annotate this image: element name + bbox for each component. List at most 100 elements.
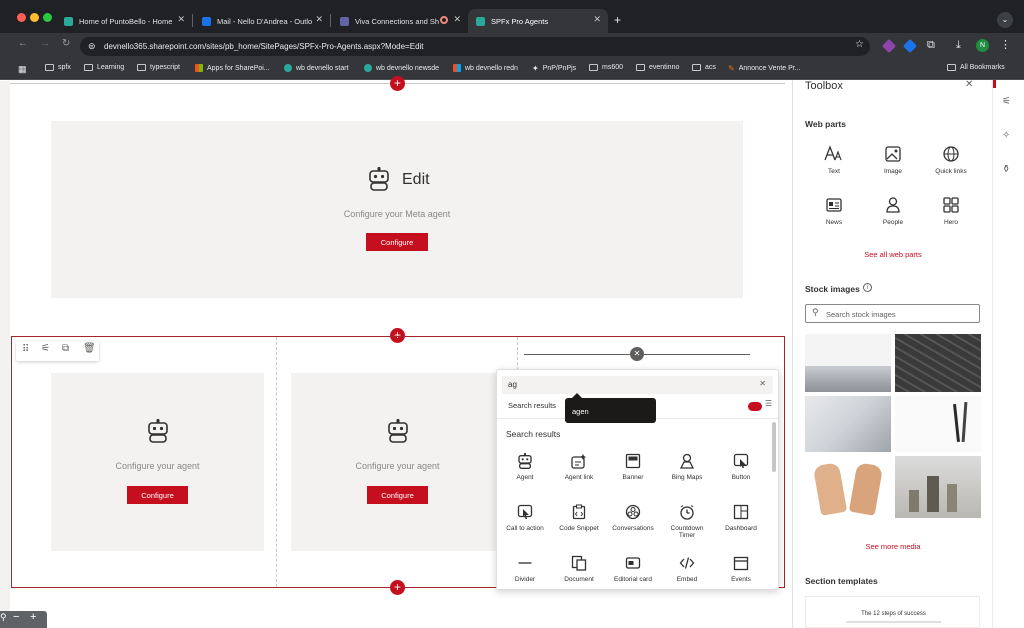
picker-scrollbar[interactable] xyxy=(772,422,776,472)
webpart-embed[interactable]: Embed xyxy=(662,555,712,583)
design-ideas-icon[interactable]: ✧ xyxy=(1002,130,1010,141)
close-tab-icon[interactable]: ✕ xyxy=(315,14,323,25)
bookmark-star-icon[interactable]: ☆ xyxy=(855,39,864,50)
section-template-card[interactable]: The 12 steps of success xyxy=(805,596,980,628)
address-bar[interactable]: ⊜ devnello365.sharepoint.com/sites/pb_ho… xyxy=(80,37,870,56)
zoom-out-button[interactable]: − xyxy=(13,611,19,623)
webpart-label: People xyxy=(882,219,904,226)
close-window-dot[interactable] xyxy=(17,13,26,22)
close-tab-icon[interactable]: ✕ xyxy=(453,14,461,25)
tooltip-arrow xyxy=(572,393,582,398)
webpart-label: Events xyxy=(731,576,751,583)
bookmark-link[interactable]: Apps for SharePoi... xyxy=(195,64,270,72)
grid-view-toggle[interactable] xyxy=(748,402,762,411)
extensions-puzzle-icon[interactable]: ⧉ xyxy=(927,39,935,52)
stock-image-hands[interactable] xyxy=(805,456,891,518)
search-value: ag xyxy=(508,380,517,389)
webpart-agent[interactable]: Agent xyxy=(500,453,550,481)
info-icon[interactable]: i xyxy=(863,283,872,292)
webpart-document[interactable]: Document xyxy=(554,555,604,583)
new-tab-button[interactable]: + xyxy=(614,13,621,27)
back-arrow-icon[interactable]: ← xyxy=(18,38,28,49)
stock-image-pens[interactable] xyxy=(895,396,981,452)
webpart-call-to-action[interactable]: Call to action xyxy=(500,504,550,532)
browser-tab-viva[interactable]: Viva Connections and Sh ✕ xyxy=(332,9,468,33)
toolbox-webpart-hero[interactable]: Hero xyxy=(926,196,976,226)
webpart-dashboard[interactable]: Dashboard xyxy=(716,504,766,532)
toolbox-webpart-text[interactable]: Text xyxy=(809,145,859,175)
timer-icon xyxy=(680,505,694,520)
delete-icon[interactable]: 🗑 xyxy=(83,343,96,354)
all-bookmarks-folder[interactable]: All Bookmarks xyxy=(947,64,1005,71)
webpart-events[interactable]: Events xyxy=(716,555,766,583)
close-picker-button[interactable]: ✕ xyxy=(630,347,644,361)
zoom-in-button[interactable]: + xyxy=(30,611,36,623)
maximize-window-dot[interactable] xyxy=(43,13,52,22)
bookmark-link[interactable]: wb devnello redn xyxy=(453,64,518,72)
stock-image-calculator[interactable] xyxy=(805,396,891,452)
bookmark-folder[interactable]: acs xyxy=(692,64,716,71)
outlook-favicon xyxy=(202,16,211,26)
webpart-divider[interactable]: Divider xyxy=(500,555,550,583)
bookmark-folder[interactable]: spfx xyxy=(45,64,71,71)
stock-search-input[interactable]: ⚲ Search stock images xyxy=(805,304,980,323)
download-icon[interactable]: ⤓ xyxy=(956,39,961,52)
webpart-banner[interactable]: Banner xyxy=(608,453,658,481)
add-section-bottom-button[interactable]: + xyxy=(390,580,405,595)
drag-handle-icon[interactable]: ⠿ xyxy=(22,344,29,355)
bookmark-link[interactable]: ✦ PnP/PnPjs xyxy=(532,64,576,73)
webpart-editorial-card[interactable]: Editorial card xyxy=(608,555,658,583)
browser-tab-spfx-pro-agents[interactable]: SPFx Pro Agents ✕ xyxy=(468,9,608,33)
close-toolbox-icon[interactable]: ✕ xyxy=(965,79,973,90)
site-info-icon[interactable]: ⊜ xyxy=(88,41,96,52)
forward-arrow-icon[interactable]: → xyxy=(40,38,50,49)
webpart-bing-maps[interactable]: Bing Maps xyxy=(662,453,712,481)
bookmark-folder[interactable]: eventinno xyxy=(636,64,679,71)
duplicate-icon[interactable]: ⧉ xyxy=(62,343,69,354)
browser-menu-icon[interactable]: ⋮ xyxy=(1000,38,1011,51)
meta-agent-webpart[interactable]: Edit Configure your Meta agent Configure xyxy=(51,121,743,298)
webpart-conversations[interactable]: Conversations xyxy=(608,504,658,532)
bookmark-link[interactable]: ✎ Annonce Vente Pr... xyxy=(728,64,801,73)
properties-icon[interactable]: ⚟ xyxy=(1002,96,1011,107)
agent-webpart-left[interactable]: Configure your agent Configure xyxy=(51,373,264,551)
reload-icon[interactable]: ↻ xyxy=(62,38,70,49)
webpart-button[interactable]: Button xyxy=(716,453,766,481)
webpart-countdown-timer[interactable]: Countdown Timer xyxy=(662,504,712,539)
webpart-code-snippet[interactable]: Code Snippet xyxy=(554,504,604,532)
close-tab-icon[interactable]: ✕ xyxy=(177,14,185,25)
stock-image-cars[interactable] xyxy=(805,334,891,392)
stock-image-road[interactable] xyxy=(895,334,981,392)
webpart-agent-link[interactable]: Agent link xyxy=(554,453,604,481)
browser-tab-mail[interactable]: Mail - Nello D'Andrea - Outlo ✕ xyxy=(194,9,330,33)
close-tab-icon[interactable]: ✕ xyxy=(593,14,601,25)
list-view-icon[interactable]: ☰ xyxy=(765,399,772,408)
bookmark-folder[interactable]: Learning xyxy=(84,64,124,71)
bookmark-folder[interactable]: typescript xyxy=(137,64,180,71)
page-settings-icon[interactable]: ⚱ xyxy=(1002,164,1010,175)
configure-button[interactable]: Configure xyxy=(366,233,428,251)
see-more-media-link[interactable]: See more media xyxy=(793,542,993,551)
stock-image-coins[interactable] xyxy=(895,456,981,518)
clear-search-icon[interactable]: ✕ xyxy=(759,379,766,388)
bookmark-link[interactable]: wb devnello newsde xyxy=(364,64,439,72)
configure-button[interactable]: Configure xyxy=(367,486,428,504)
tab-search-chevron-icon[interactable]: ⌄ xyxy=(997,12,1013,28)
minimize-window-dot[interactable] xyxy=(30,13,39,22)
browser-tab-home[interactable]: Home of PuntoBello - Home ✕ xyxy=(56,9,192,33)
agent-webpart-middle[interactable]: Configure your agent Configure xyxy=(291,373,504,551)
see-all-web-parts-link[interactable]: See all web parts xyxy=(793,250,993,259)
add-section-top-button[interactable]: + xyxy=(390,76,405,91)
toolbox-webpart-news[interactable]: News xyxy=(809,196,859,226)
toolbox-webpart-image[interactable]: Image xyxy=(868,145,918,175)
bookmark-folder[interactable]: ms600 xyxy=(589,64,623,71)
apps-grid-icon[interactable]: ▦ xyxy=(18,64,27,75)
configure-button[interactable]: Configure xyxy=(127,486,188,504)
pen-shape xyxy=(961,401,968,443)
profile-avatar[interactable]: N xyxy=(976,39,989,52)
picker-search-input[interactable]: ag ✕ xyxy=(502,376,773,394)
toolbox-webpart-quick-links[interactable]: Quick links xyxy=(926,145,976,175)
toolbox-webpart-people[interactable]: People xyxy=(868,196,918,226)
section-settings-icon[interactable]: ⚟ xyxy=(41,343,50,354)
bookmark-link[interactable]: wb devnello start xyxy=(284,64,349,72)
